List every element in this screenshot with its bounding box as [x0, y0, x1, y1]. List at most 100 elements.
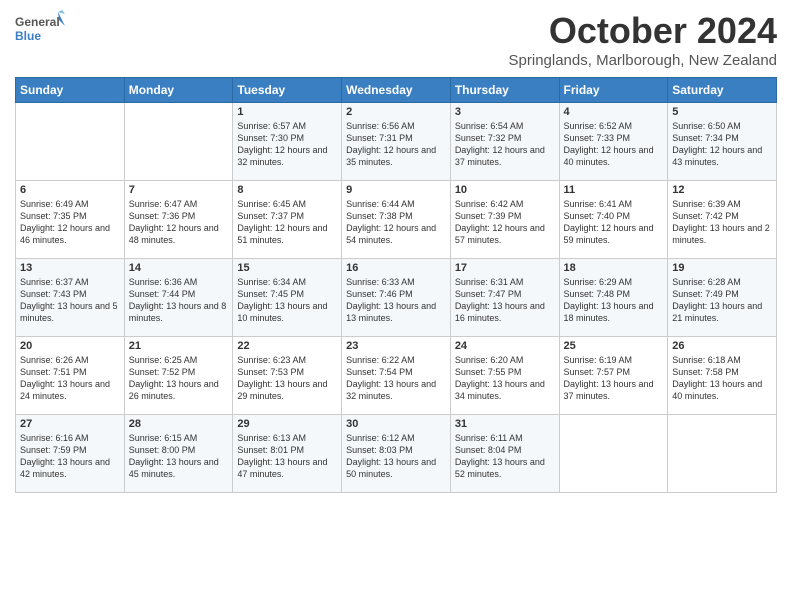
title-block: October 2024 Springlands, Marlborough, N… [509, 10, 777, 69]
cell-content: Sunrise: 6:37 AM Sunset: 7:43 PM Dayligh… [20, 276, 120, 325]
calendar-cell: 23Sunrise: 6:22 AM Sunset: 7:54 PM Dayli… [342, 337, 451, 415]
month-title: October 2024 [509, 10, 777, 52]
calendar-cell: 24 Sunrise: 6:20 AM Sunset: 7:55 PM Dayli… [450, 337, 559, 415]
calendar-cell: 1Sunrise: 6:57 AM Sunset: 7:30 PM Daylig… [233, 103, 342, 181]
day-number: 5 [672, 106, 772, 118]
calendar-table: SundayMondayTuesdayWednesdayThursdayFrid… [15, 77, 777, 493]
header-monday: Monday [124, 78, 233, 103]
calendar-cell: 15 Sunrise: 6:34 AM Sunset: 7:45 PM Dayli… [233, 259, 342, 337]
cell-content: Sunrise: 6:25 AM Sunset: 7:52 PM Dayligh… [129, 354, 229, 403]
cell-content: Sunrise: 6:52 AM Sunset: 7:33 PM Dayligh… [564, 120, 664, 169]
calendar-cell: 9Sunrise: 6:44 AM Sunset: 7:38 PM Daylig… [342, 181, 451, 259]
day-number: 11 [564, 184, 664, 196]
day-number: 27 [20, 418, 120, 430]
calendar-cell: 28 Sunrise: 6:15 AM Sunset: 8:00 PM Dayli… [124, 415, 233, 493]
day-number: 10 [455, 184, 555, 196]
day-number: 13 [20, 262, 120, 274]
cell-content: Sunrise: 6:36 AM Sunset: 7:44 PM Dayligh… [129, 276, 229, 325]
day-number: 28 [129, 418, 229, 430]
day-number: 2 [346, 106, 446, 118]
day-number: 20 [20, 340, 120, 352]
day-number: 19 [672, 262, 772, 274]
calendar-cell: 7Sunrise: 6:47 AM Sunset: 7:36 PM Daylig… [124, 181, 233, 259]
week-row-1: 1Sunrise: 6:57 AM Sunset: 7:30 PM Daylig… [16, 103, 777, 181]
cell-content: Sunrise: 6:20 AM Sunset: 7:55 PM Dayligh… [455, 354, 555, 403]
cell-content: Sunrise: 6:42 AM Sunset: 7:39 PM Dayligh… [455, 198, 555, 247]
cell-content: Sunrise: 6:26 AM Sunset: 7:51 PM Dayligh… [20, 354, 120, 403]
cell-content: Sunrise: 6:56 AM Sunset: 7:31 PM Dayligh… [346, 120, 446, 169]
cell-content: Sunrise: 6:19 AM Sunset: 7:57 PM Dayligh… [564, 354, 664, 403]
calendar-cell: 11 Sunrise: 6:41 AM Sunset: 7:40 PM Dayli… [559, 181, 668, 259]
calendar-cell: 6Sunrise: 6:49 AM Sunset: 7:35 PM Daylig… [16, 181, 125, 259]
calendar-cell [16, 103, 125, 181]
cell-content: Sunrise: 6:15 AM Sunset: 8:00 PM Dayligh… [129, 432, 229, 481]
day-number: 1 [237, 106, 337, 118]
calendar-cell: 17 Sunrise: 6:31 AM Sunset: 7:47 PM Dayli… [450, 259, 559, 337]
week-row-5: 27 Sunrise: 6:16 AM Sunset: 7:59 PM Dayli… [16, 415, 777, 493]
week-row-3: 13 Sunrise: 6:37 AM Sunset: 7:43 PM Dayli… [16, 259, 777, 337]
cell-content: Sunrise: 6:34 AM Sunset: 7:45 PM Dayligh… [237, 276, 337, 325]
calendar-cell: 4 Sunrise: 6:52 AM Sunset: 7:33 PM Daylig… [559, 103, 668, 181]
calendar-cell: 20 Sunrise: 6:26 AM Sunset: 7:51 PM Dayli… [16, 337, 125, 415]
cell-content: Sunrise: 6:50 AM Sunset: 7:34 PM Dayligh… [672, 120, 772, 169]
cell-content: Sunrise: 6:54 AM Sunset: 7:32 PM Dayligh… [455, 120, 555, 169]
calendar-cell: 13 Sunrise: 6:37 AM Sunset: 7:43 PM Dayli… [16, 259, 125, 337]
header-tuesday: Tuesday [233, 78, 342, 103]
day-number: 17 [455, 262, 555, 274]
day-number: 31 [455, 418, 555, 430]
week-row-2: 6Sunrise: 6:49 AM Sunset: 7:35 PM Daylig… [16, 181, 777, 259]
cell-content: Sunrise: 6:33 AM Sunset: 7:46 PM Dayligh… [346, 276, 446, 325]
svg-text:General: General [15, 15, 60, 29]
cell-content: Sunrise: 6:13 AM Sunset: 8:01 PM Dayligh… [237, 432, 337, 481]
day-number: 3 [455, 106, 555, 118]
day-number: 16 [346, 262, 446, 274]
day-number: 23 [346, 340, 446, 352]
page-header: General Blue October 2024 Springlands, M… [15, 10, 777, 69]
calendar-cell: 30Sunrise: 6:12 AM Sunset: 8:03 PM Dayli… [342, 415, 451, 493]
calendar-cell: 27 Sunrise: 6:16 AM Sunset: 7:59 PM Dayli… [16, 415, 125, 493]
calendar-cell: 8Sunrise: 6:45 AM Sunset: 7:37 PM Daylig… [233, 181, 342, 259]
day-number: 26 [672, 340, 772, 352]
cell-content: Sunrise: 6:12 AM Sunset: 8:03 PM Dayligh… [346, 432, 446, 481]
logo: General Blue [15, 10, 65, 52]
day-number: 7 [129, 184, 229, 196]
day-number: 15 [237, 262, 337, 274]
calendar-cell: 2 Sunrise: 6:56 AM Sunset: 7:31 PM Daylig… [342, 103, 451, 181]
cell-content: Sunrise: 6:41 AM Sunset: 7:40 PM Dayligh… [564, 198, 664, 247]
calendar-cell [559, 415, 668, 493]
calendar-cell: 5 Sunrise: 6:50 AM Sunset: 7:34 PM Daylig… [668, 103, 777, 181]
day-number: 8 [237, 184, 337, 196]
header-wednesday: Wednesday [342, 78, 451, 103]
logo-icon: General Blue [15, 10, 65, 52]
header-row: SundayMondayTuesdayWednesdayThursdayFrid… [16, 78, 777, 103]
calendar-cell: 14 Sunrise: 6:36 AM Sunset: 7:44 PM Dayli… [124, 259, 233, 337]
day-number: 25 [564, 340, 664, 352]
header-saturday: Saturday [668, 78, 777, 103]
calendar-cell: 22Sunrise: 6:23 AM Sunset: 7:53 PM Dayli… [233, 337, 342, 415]
calendar-cell: 10 Sunrise: 6:42 AM Sunset: 7:39 PM Dayli… [450, 181, 559, 259]
calendar-cell: 19Sunrise: 6:28 AM Sunset: 7:49 PM Dayli… [668, 259, 777, 337]
cell-content: Sunrise: 6:31 AM Sunset: 7:47 PM Dayligh… [455, 276, 555, 325]
calendar-cell: 31Sunrise: 6:11 AM Sunset: 8:04 PM Dayli… [450, 415, 559, 493]
calendar-cell: 21 Sunrise: 6:25 AM Sunset: 7:52 PM Dayli… [124, 337, 233, 415]
calendar-cell: 25 Sunrise: 6:19 AM Sunset: 7:57 PM Dayli… [559, 337, 668, 415]
week-row-4: 20 Sunrise: 6:26 AM Sunset: 7:51 PM Dayli… [16, 337, 777, 415]
cell-content: Sunrise: 6:39 AM Sunset: 7:42 PM Dayligh… [672, 198, 772, 247]
day-number: 24 [455, 340, 555, 352]
calendar-cell [124, 103, 233, 181]
header-sunday: Sunday [16, 78, 125, 103]
day-number: 14 [129, 262, 229, 274]
day-number: 29 [237, 418, 337, 430]
svg-text:Blue: Blue [15, 29, 41, 43]
calendar-cell: 26 Sunrise: 6:18 AM Sunset: 7:58 PM Dayli… [668, 337, 777, 415]
day-number: 18 [564, 262, 664, 274]
calendar-cell: 18 Sunrise: 6:29 AM Sunset: 7:48 PM Dayli… [559, 259, 668, 337]
cell-content: Sunrise: 6:18 AM Sunset: 7:58 PM Dayligh… [672, 354, 772, 403]
cell-content: Sunrise: 6:16 AM Sunset: 7:59 PM Dayligh… [20, 432, 120, 481]
day-number: 21 [129, 340, 229, 352]
cell-content: Sunrise: 6:44 AM Sunset: 7:38 PM Dayligh… [346, 198, 446, 247]
cell-content: Sunrise: 6:29 AM Sunset: 7:48 PM Dayligh… [564, 276, 664, 325]
day-number: 22 [237, 340, 337, 352]
calendar-cell: 3 Sunrise: 6:54 AM Sunset: 7:32 PM Daylig… [450, 103, 559, 181]
day-number: 4 [564, 106, 664, 118]
